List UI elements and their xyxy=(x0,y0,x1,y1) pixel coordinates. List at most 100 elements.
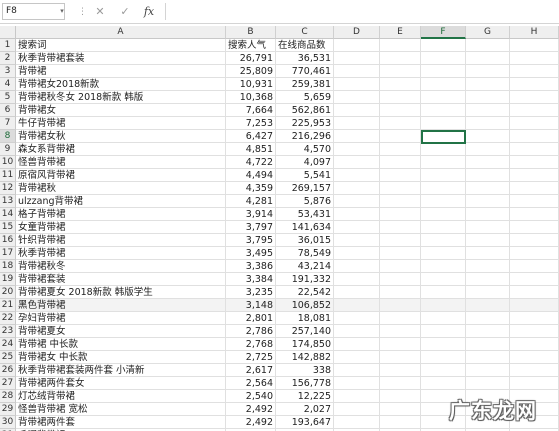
popularity-cell[interactable]: 2,540 xyxy=(226,390,276,403)
cell[interactable] xyxy=(510,312,559,325)
cell[interactable] xyxy=(421,104,466,117)
popularity-cell[interactable]: 4,281 xyxy=(226,195,276,208)
cell[interactable] xyxy=(421,195,466,208)
cell[interactable] xyxy=(466,221,510,234)
online-products-cell[interactable]: 141,634 xyxy=(276,221,334,234)
cell[interactable] xyxy=(334,286,380,299)
online-products-cell[interactable]: 5,659 xyxy=(276,91,334,104)
cell[interactable] xyxy=(334,273,380,286)
popularity-cell[interactable]: 2,725 xyxy=(226,351,276,364)
row-header[interactable]: 15 xyxy=(0,221,16,234)
row-header[interactable]: 27 xyxy=(0,377,16,390)
cell[interactable] xyxy=(466,234,510,247)
keyword-cell[interactable]: 背带裙女2018新款 xyxy=(16,78,226,91)
cell[interactable] xyxy=(466,338,510,351)
online-products-cell[interactable]: 770,461 xyxy=(276,65,334,78)
cell[interactable] xyxy=(466,169,510,182)
cell[interactable] xyxy=(466,260,510,273)
cell[interactable] xyxy=(380,195,421,208)
online-products-cell[interactable]: 216,296 xyxy=(276,130,334,143)
cell[interactable] xyxy=(510,182,559,195)
keyword-cell[interactable]: 怪兽背带裙 宽松 xyxy=(16,403,226,416)
cell[interactable] xyxy=(334,156,380,169)
cell[interactable] xyxy=(334,260,380,273)
cell[interactable] xyxy=(380,416,421,429)
cell[interactable] xyxy=(466,364,510,377)
cell[interactable] xyxy=(334,234,380,247)
cell[interactable] xyxy=(466,325,510,338)
row-header[interactable]: 21 xyxy=(0,299,16,312)
cell[interactable] xyxy=(334,195,380,208)
popularity-cell[interactable]: 3,797 xyxy=(226,221,276,234)
keyword-cell[interactable]: 背带裙 中长款 xyxy=(16,338,226,351)
cell[interactable] xyxy=(334,351,380,364)
popularity-cell[interactable]: 7,664 xyxy=(226,104,276,117)
online-products-cell[interactable]: 5,541 xyxy=(276,169,334,182)
formula-input[interactable] xyxy=(165,3,557,20)
online-products-cell[interactable]: 257,140 xyxy=(276,325,334,338)
keyword-cell[interactable]: 怪兽背带裙 xyxy=(16,156,226,169)
cell[interactable] xyxy=(510,78,559,91)
cell[interactable] xyxy=(334,39,380,52)
cell[interactable] xyxy=(380,117,421,130)
row-header[interactable]: 11 xyxy=(0,169,16,182)
cell[interactable] xyxy=(466,104,510,117)
keyword-cell[interactable]: 背带裙套装 xyxy=(16,273,226,286)
online-products-cell[interactable]: 43,214 xyxy=(276,260,334,273)
popularity-cell[interactable]: 25,809 xyxy=(226,65,276,78)
cell[interactable] xyxy=(466,299,510,312)
cell[interactable] xyxy=(380,312,421,325)
column-header-e[interactable]: E xyxy=(380,26,421,39)
online-products-cell[interactable]: 156,778 xyxy=(276,377,334,390)
popularity-cell[interactable]: 2,801 xyxy=(226,312,276,325)
cell[interactable] xyxy=(334,52,380,65)
cell[interactable] xyxy=(466,65,510,78)
cell[interactable] xyxy=(421,221,466,234)
cell[interactable] xyxy=(466,351,510,364)
online-products-cell[interactable]: 338 xyxy=(276,364,334,377)
cell[interactable] xyxy=(334,338,380,351)
enter-icon[interactable]: ✓ xyxy=(117,3,133,20)
cell[interactable] xyxy=(334,78,380,91)
cell[interactable] xyxy=(380,338,421,351)
popularity-cell[interactable]: 4,851 xyxy=(226,143,276,156)
keyword-cell[interactable]: 牛仔背带裙 xyxy=(16,117,226,130)
cell[interactable] xyxy=(334,221,380,234)
cell[interactable] xyxy=(421,338,466,351)
popularity-cell[interactable]: 3,795 xyxy=(226,234,276,247)
cell[interactable] xyxy=(334,364,380,377)
keyword-cell[interactable]: ulzzang背带裙 xyxy=(16,195,226,208)
online-products-cell[interactable]: 269,157 xyxy=(276,182,334,195)
popularity-cell[interactable]: 6,427 xyxy=(226,130,276,143)
keyword-cell[interactable]: 森女系背带裙 xyxy=(16,143,226,156)
cell[interactable] xyxy=(421,52,466,65)
keyword-cell[interactable]: 秋季背带裙套装两件套 小清新 xyxy=(16,364,226,377)
cell[interactable] xyxy=(510,338,559,351)
popularity-cell[interactable]: 2,768 xyxy=(226,338,276,351)
popularity-cell[interactable]: 3,235 xyxy=(226,286,276,299)
cell[interactable] xyxy=(466,52,510,65)
popularity-cell[interactable]: 3,384 xyxy=(226,273,276,286)
keyword-cell[interactable]: 背带裙 xyxy=(16,65,226,78)
cell[interactable] xyxy=(421,91,466,104)
cell[interactable] xyxy=(421,208,466,221)
cell[interactable] xyxy=(334,299,380,312)
cell[interactable] xyxy=(466,117,510,130)
cell[interactable] xyxy=(334,117,380,130)
popularity-cell[interactable]: 2,564 xyxy=(226,377,276,390)
cell[interactable] xyxy=(380,169,421,182)
cell[interactable] xyxy=(510,104,559,117)
cell[interactable] xyxy=(466,247,510,260)
popularity-cell[interactable]: 4,359 xyxy=(226,182,276,195)
row-header[interactable]: 30 xyxy=(0,416,16,429)
cell[interactable] xyxy=(421,377,466,390)
online-products-cell[interactable]: 78,549 xyxy=(276,247,334,260)
keyword-cell[interactable]: 背带裙夏女 xyxy=(16,325,226,338)
cell[interactable] xyxy=(334,104,380,117)
cell[interactable] xyxy=(466,195,510,208)
cell[interactable] xyxy=(466,208,510,221)
cell[interactable] xyxy=(380,247,421,260)
cell[interactable] xyxy=(380,78,421,91)
cell[interactable] xyxy=(510,286,559,299)
keyword-cell[interactable]: 背带裙女秋 xyxy=(16,130,226,143)
